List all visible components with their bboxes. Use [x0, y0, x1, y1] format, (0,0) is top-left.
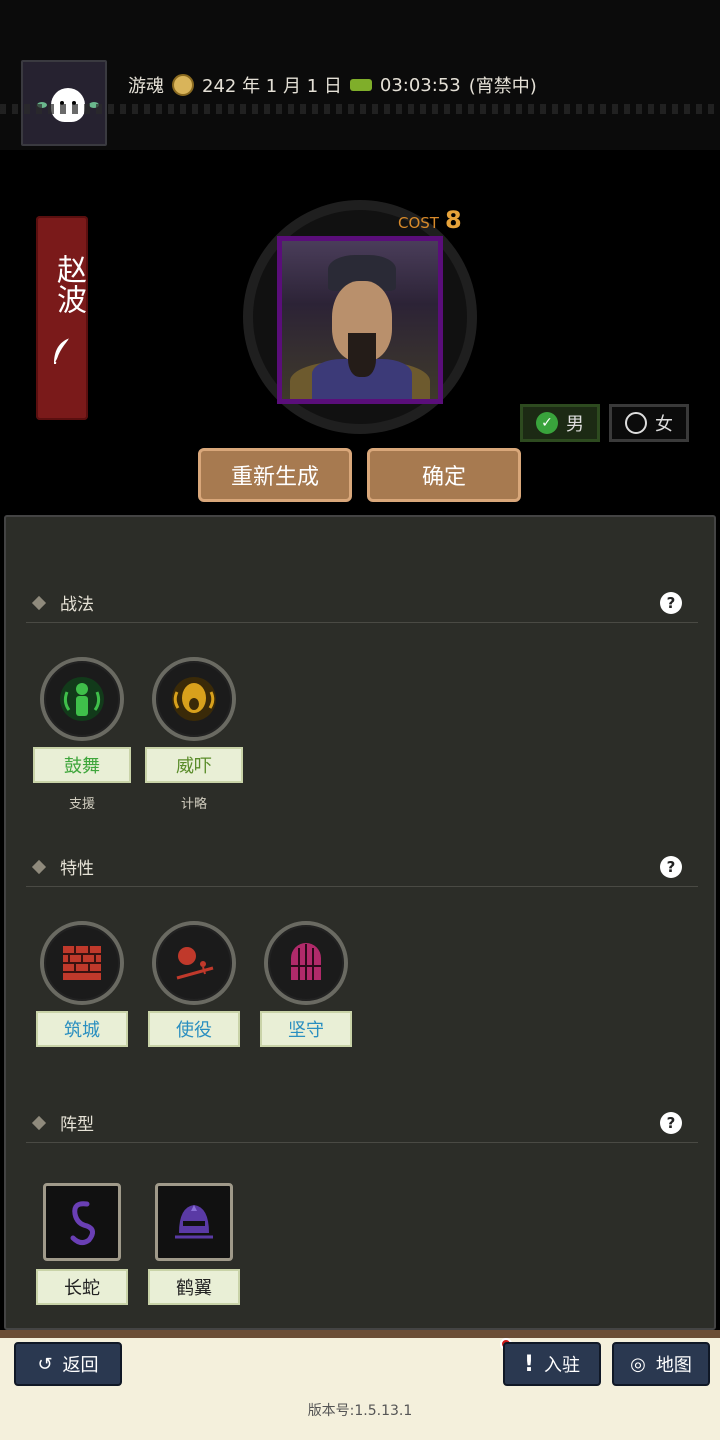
diamond-icon [31, 1115, 47, 1130]
calendar-coin-icon [172, 74, 194, 96]
gender-female-label: 女 [655, 414, 673, 435]
helmet-icon [155, 1183, 233, 1261]
trait-name: 筑城 [36, 1011, 128, 1047]
confirm-button[interactable]: 确定 [367, 448, 521, 502]
return-arrow-icon: ↺ [37, 1353, 53, 1375]
diamond-icon [31, 595, 47, 610]
game-date: 242 年 1 月 1 日 [202, 76, 342, 97]
formation-name: 鹤翼 [148, 1269, 240, 1305]
settle-button[interactable]: ! 入驻 [503, 1342, 601, 1386]
general-name: 赵波 [51, 254, 86, 314]
feather-icon [54, 337, 71, 364]
boulder-icon [152, 921, 236, 1005]
trait-name: 坚守 [260, 1011, 352, 1047]
traits-title: 特性 [60, 859, 94, 879]
top-status-bar: 游魂 242 年 1 月 1 日 03:03:53 (宵禁中) [0, 0, 720, 150]
diamond-icon [31, 859, 47, 874]
status-line: 游魂 242 年 1 月 1 日 03:03:53 (宵禁中) [128, 72, 537, 98]
compass-icon: ◎ [630, 1353, 646, 1375]
tactic-type: 计略 [180, 797, 207, 812]
cost-display: COST 8 [398, 206, 462, 234]
tactic-name: 威吓 [145, 747, 243, 783]
tactic-item[interactable]: 鼓舞 支援 [32, 657, 132, 812]
ghost-icon [51, 88, 85, 122]
curfew-status: (宵禁中) [468, 76, 537, 97]
inspire-icon [40, 657, 124, 741]
radio-empty-icon [625, 412, 647, 434]
tactics-title: 战法 [60, 595, 94, 615]
gender-male-label: 男 [566, 414, 584, 435]
player-name: 游魂 [128, 76, 164, 97]
formations-help-icon[interactable]: ? [660, 1111, 682, 1134]
gate-icon [264, 921, 348, 1005]
traits-help-icon[interactable]: ? [660, 855, 682, 878]
formation-item[interactable]: 长蛇 [36, 1183, 128, 1305]
back-label: 返回 [62, 1355, 99, 1376]
trait-name: 使役 [148, 1011, 240, 1047]
trait-item[interactable]: 筑城 [32, 921, 132, 1047]
formation-item[interactable]: 鹤翼 [148, 1183, 240, 1305]
exclamation-icon: ! [523, 1351, 535, 1377]
game-timer: 03:03:53 [379, 74, 461, 96]
trait-item[interactable]: 坚守 [256, 921, 356, 1047]
cost-value: 8 [444, 206, 462, 234]
cost-label: COST [398, 214, 439, 232]
gender-male-option[interactable]: ✓ 男 [520, 404, 600, 442]
tactic-type: 支援 [68, 797, 95, 812]
intimidate-icon [152, 657, 236, 741]
trait-item[interactable]: 使役 [144, 921, 244, 1047]
tactic-name: 鼓舞 [33, 747, 131, 783]
general-portrait [277, 236, 443, 404]
tactic-item[interactable]: 威吓 计略 [144, 657, 244, 812]
version-text: 版本号:1.5.13.1 [307, 1403, 413, 1419]
timer-icon [349, 79, 372, 91]
regenerate-button[interactable]: 重新生成 [198, 448, 352, 502]
tactics-section-header: 战法 ? [26, 587, 698, 623]
brick-wall-icon [40, 921, 124, 1005]
snake-icon [43, 1183, 121, 1261]
general-name-banner: 赵波 [36, 216, 88, 420]
back-button[interactable]: ↺ 返回 [14, 1342, 122, 1386]
check-icon: ✓ [536, 412, 558, 434]
bottom-nav-bar: ↺ 返回 ! 入驻 ◎ 地图 版本号:1.5.13.1 [0, 1330, 720, 1440]
gender-female-option[interactable]: 女 [609, 404, 689, 442]
traits-section-header: 特性 ? [26, 851, 698, 887]
player-avatar[interactable] [21, 60, 107, 146]
settle-label: 入驻 [544, 1355, 581, 1376]
tactics-help-icon[interactable]: ? [660, 591, 682, 614]
formations-section-header: 阵型 ? [26, 1107, 698, 1143]
formation-name: 长蛇 [36, 1269, 128, 1305]
formations-title: 阵型 [60, 1115, 94, 1135]
general-detail-panel[interactable]: 战法 ? 鼓舞 支援 威吓 计略 特性 ? 筑城 使役 坚守 阵型 ? 长蛇 鹤… [4, 515, 716, 1330]
map-label: 地图 [655, 1355, 692, 1376]
map-button[interactable]: ◎ 地图 [612, 1342, 710, 1386]
